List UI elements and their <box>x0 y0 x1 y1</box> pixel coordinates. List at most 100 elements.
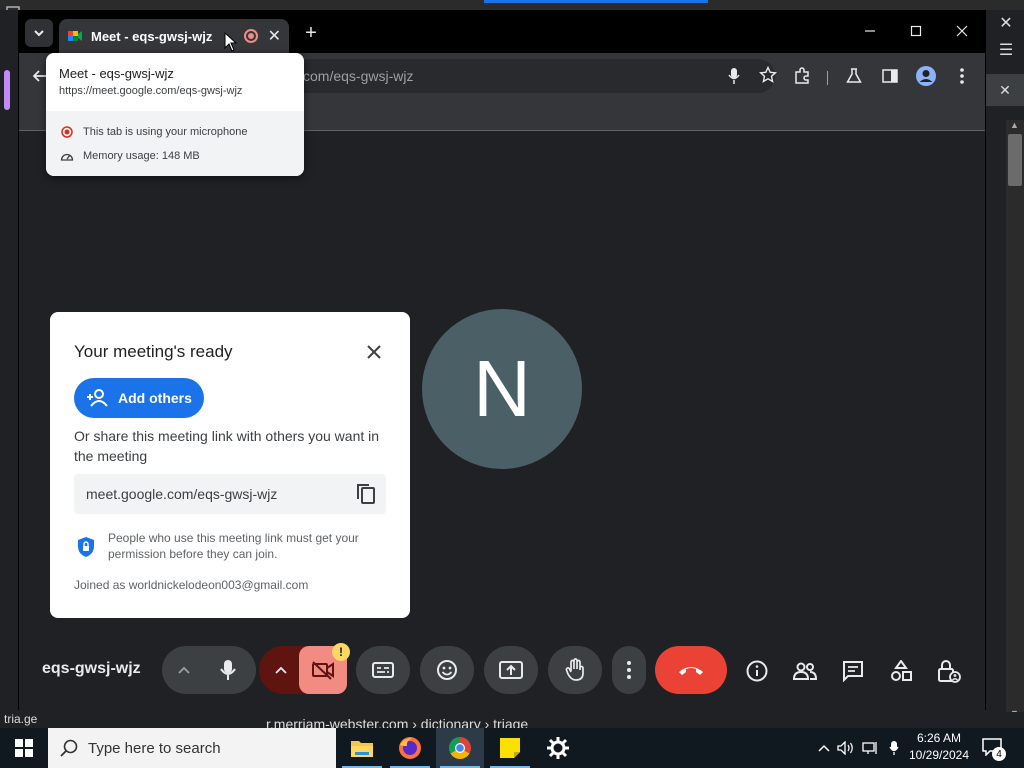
camera-warning-badge: ! <box>332 643 350 661</box>
profile-avatar-icon <box>916 66 936 86</box>
captions-button[interactable] <box>356 646 410 694</box>
taskbar-sticky-notes[interactable] <box>486 728 534 768</box>
people-button[interactable] <box>790 656 820 686</box>
meeting-code: eqs-gwsj-wjz <box>42 660 141 677</box>
microphone-button[interactable] <box>204 646 252 694</box>
meeting-details-button[interactable] <box>742 656 772 686</box>
labs-button[interactable] <box>841 63 867 89</box>
taskbar-search-box[interactable]: Type here to search <box>48 728 336 768</box>
dialog-title: Your meeting's ready <box>74 342 233 361</box>
scroll-up-icon[interactable]: ▲ <box>1010 120 1019 130</box>
close-icon <box>367 345 381 359</box>
chat-button[interactable] <box>838 656 868 686</box>
shapes-icon <box>891 660 912 681</box>
search-icon <box>60 739 78 757</box>
tab-strip: Meet - eqs-gwsj-wjz ✕ + <box>19 11 985 53</box>
person-add-icon <box>87 389 108 407</box>
copy-icon <box>357 484 375 504</box>
copy-link-button[interactable] <box>354 482 378 506</box>
present-screen-button[interactable] <box>484 646 538 694</box>
activities-button[interactable] <box>886 656 916 686</box>
joined-as-text: Joined as worldnickelodeon003@gmail.com <box>74 578 309 592</box>
puzzle-icon <box>795 67 809 84</box>
more-options-button[interactable] <box>612 646 646 694</box>
page-scrollbar[interactable]: ▲ ▼ <box>1006 120 1024 720</box>
hover-card-url: https://meet.google.com/eqs-gwsj-wjz <box>59 85 243 97</box>
recording-dot-icon <box>60 125 74 139</box>
sticky-notes-icon <box>500 738 520 758</box>
tray-overflow-icon[interactable] <box>814 738 834 758</box>
host-controls-button[interactable] <box>934 656 964 686</box>
video-options-button[interactable] <box>269 658 293 682</box>
hover-card-footer: This tab is using your microphone Memory… <box>46 111 304 176</box>
settings-gear-icon <box>547 737 569 759</box>
leave-call-button[interactable] <box>655 646 727 694</box>
taskbar-file-explorer[interactable] <box>338 728 386 768</box>
permission-notice: People who use this meeting link must ge… <box>108 531 359 561</box>
close-window-button[interactable] <box>939 17 985 45</box>
chevron-up-icon <box>178 666 190 674</box>
lock-person-icon <box>938 660 961 683</box>
memory-usage-text: Memory usage: 148 MB <box>83 150 200 162</box>
tab-title: Meet - eqs-gwsj-wjz <box>91 28 213 44</box>
scrollbar-thumb[interactable] <box>1008 134 1022 186</box>
background-close-icon[interactable]: ✕ <box>994 10 1018 36</box>
side-panel-button[interactable] <box>877 63 903 89</box>
maximize-button[interactable] <box>893 17 939 45</box>
start-button[interactable] <box>0 728 48 768</box>
close-icon <box>956 25 968 37</box>
tab-close-icon[interactable]: ✕ <box>268 26 281 46</box>
tray-microphone-icon[interactable] <box>884 738 904 758</box>
chevron-down-icon <box>34 30 44 37</box>
add-others-button[interactable]: Add others <box>74 378 204 418</box>
tab-meet[interactable]: Meet - eqs-gwsj-wjz ✕ <box>59 19 289 53</box>
dialog-close-button[interactable] <box>362 340 386 364</box>
taskbar-settings[interactable] <box>534 728 582 768</box>
back-arrow-icon <box>33 70 46 82</box>
chrome-icon <box>449 737 471 759</box>
more-vert-icon <box>627 661 631 679</box>
volume-icon[interactable] <box>836 738 856 758</box>
chevron-up-icon <box>275 666 287 674</box>
new-tab-button[interactable]: + <box>299 21 323 45</box>
toolbar-separator <box>827 71 828 85</box>
microphone-control <box>162 646 256 694</box>
minimize-icon <box>865 30 875 32</box>
microphone-icon[interactable] <box>727 67 741 88</box>
action-center-button[interactable]: 4 <box>982 738 1006 761</box>
minimize-button[interactable] <box>847 17 893 45</box>
taskbar-firefox[interactable] <box>386 728 434 768</box>
memory-row: Memory usage: 148 MB <box>60 149 200 163</box>
system-clock[interactable]: 6:26 AM 10/29/2024 <box>906 730 972 764</box>
background-accent <box>4 70 10 110</box>
add-others-label: Add others <box>118 390 192 406</box>
closed-captions-icon <box>372 662 394 678</box>
audio-options-button[interactable] <box>172 658 196 682</box>
tab-search-button[interactable] <box>25 19 53 47</box>
chrome-menu-button[interactable] <box>949 63 975 89</box>
shield-lock-icon <box>76 536 96 558</box>
participant-avatar: N <box>422 309 582 469</box>
background-panel-close-icon[interactable]: ✕ <box>986 74 1024 106</box>
share-instructions: Or share this meeting link with others y… <box>74 428 380 464</box>
profile-button[interactable] <box>913 63 939 89</box>
maximize-icon <box>910 25 922 37</box>
extensions-button[interactable] <box>789 63 815 89</box>
hand-icon <box>565 658 584 681</box>
search-placeholder: Type here to search <box>88 739 221 757</box>
mouse-cursor-icon <box>224 32 238 52</box>
windows-logo-icon <box>15 739 33 757</box>
hamburger-menu-icon[interactable]: ☰ <box>994 38 1018 62</box>
raise-hand-button[interactable] <box>548 646 602 694</box>
taskbar-chrome[interactable] <box>436 728 484 768</box>
status-text: tria.ge <box>4 712 38 726</box>
info-icon <box>746 660 768 682</box>
reactions-button[interactable] <box>420 646 474 694</box>
meeting-link-field[interactable]: meet.google.com/eqs-gwsj-wjz <box>74 474 386 514</box>
microphone-icon <box>220 660 236 680</box>
network-icon[interactable] <box>860 738 880 758</box>
address-url: com/eqs-gwsj-wjz <box>303 68 414 84</box>
people-icon <box>792 662 818 680</box>
bookmark-star-icon[interactable] <box>758 65 778 87</box>
present-to-all-icon <box>499 661 523 679</box>
